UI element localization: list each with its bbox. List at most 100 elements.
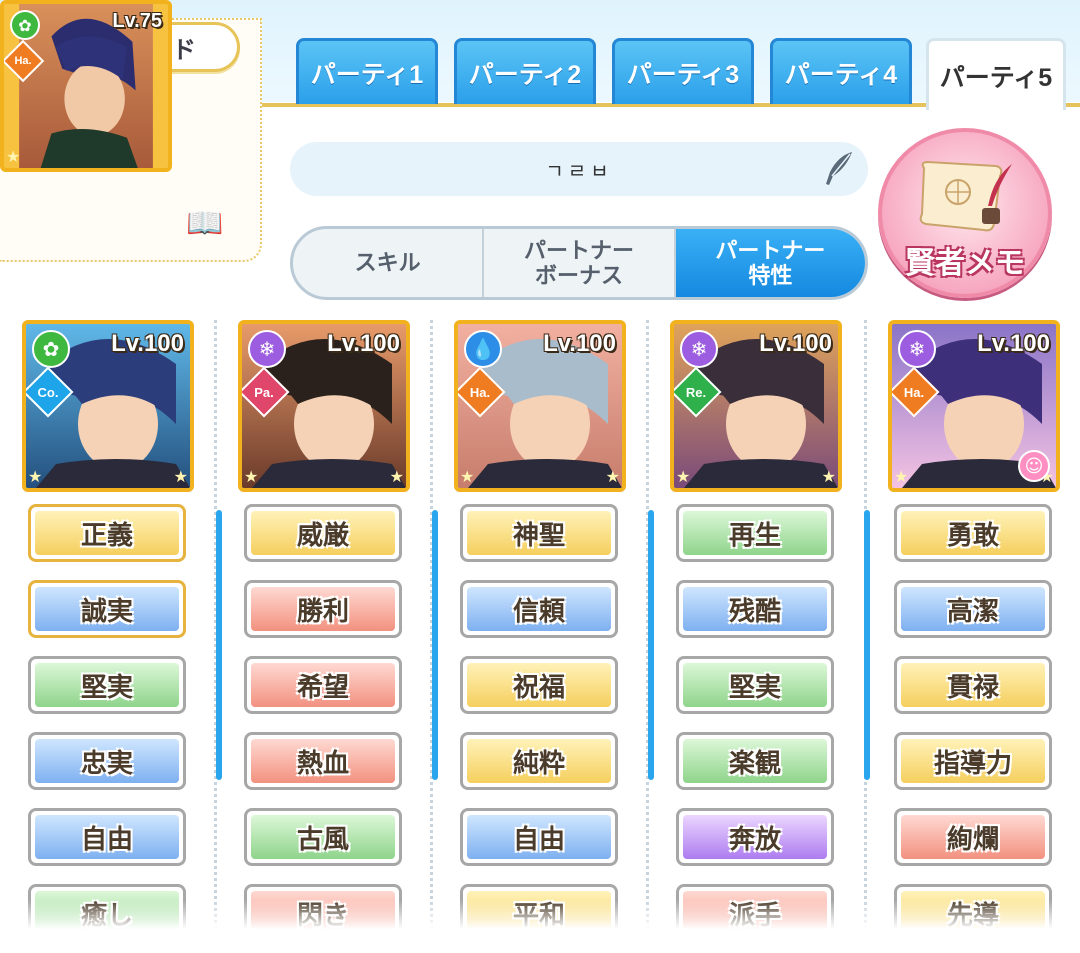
trait-label: 残酷 [728,595,781,626]
trait-badge[interactable]: 自由 [460,808,618,866]
trait-label: 堅実 [728,671,781,702]
leaf-icon: ✿ [10,10,40,40]
view-segmented-control: スキル パートナー ボーナス パートナー 特性 [290,226,868,300]
trait-badge[interactable]: 絢爛 [894,808,1052,866]
trait-badge[interactable]: 貫禄 [894,656,1052,714]
tab-party-5[interactable]: パーティ5 [926,38,1066,110]
quill-edit-icon[interactable] [820,150,856,188]
snowflake-icon: ❄ [680,330,718,368]
trait-label: 絢爛 [946,823,999,854]
trait-badge[interactable]: 再生 [676,504,834,562]
member-column: ❄Pa.Lv.100★★威厳勝利希望熱血古風閃き [238,320,438,953]
trait-label: 威厳 [296,519,349,550]
trait-label: 勝利 [296,595,349,626]
snowflake-icon: ❄ [898,330,936,368]
drop-icon: 💧 [464,330,502,368]
trait-badge[interactable]: 高潔 [894,580,1052,638]
trait-badge[interactable]: 残酷 [676,580,834,638]
trait-label: 高潔 [946,595,999,626]
segment-partner-bonus[interactable]: パートナー ボーナス [484,229,676,297]
book-icon: 📖 [186,206,224,241]
trait-badge[interactable]: 忠実 [28,732,186,790]
trait-badge[interactable]: 自由 [28,808,186,866]
smile-icon: ☺ [1018,450,1050,482]
star-icon: ★ [28,467,43,486]
snowflake-icon: ❄ [248,330,286,368]
member-card[interactable]: ✿ Co. Lv.100 ★ ★ [22,320,194,492]
trait-badge[interactable]: 純粋 [460,732,618,790]
party-name-text: ㄱㄹㅂ [545,158,613,183]
tab-party-1[interactable]: パーティ1 [296,38,438,104]
trait-badge[interactable]: 勝利 [244,580,402,638]
trait-label: 正義 [80,519,133,550]
trait-label: 奔放 [728,823,781,854]
trait-badge[interactable]: 誠実 [28,580,186,638]
star-icon: ★ [821,467,836,486]
star-icon: ★ [173,467,188,486]
trait-badge[interactable]: 古風 [244,808,402,866]
member-level: Lv.100 [759,330,832,357]
trait-badge[interactable]: 神聖 [460,504,618,562]
star-icon: ★ [460,467,475,486]
trait-label: 堅実 [80,671,133,702]
trait-badge[interactable]: 堅実 [28,656,186,714]
tab-party-3[interactable]: パーティ3 [612,38,754,104]
trait-label: 自由 [80,823,133,854]
trait-label: 祝福 [512,671,565,702]
member-level: Lv.100 [327,330,400,357]
trait-label: 誠実 [80,595,133,626]
trait-label: 忠実 [80,747,133,778]
star-icon: ★ [894,467,909,486]
bottom-fade [0,900,1080,953]
member-level: Lv.100 [977,330,1050,357]
trait-badge[interactable]: 祝福 [460,656,618,714]
trait-scrollbar[interactable] [432,510,438,780]
member-column: ✿Co.Lv.100★★正義誠実堅実忠実自由癒し [22,320,222,953]
member-card[interactable]: 💧 Ha. Lv.100 ★ ★ [454,320,626,492]
party-name-field[interactable]: ㄱㄹㅂ [290,142,868,196]
trait-label: 熱血 [296,747,349,778]
trait-badge[interactable]: 指導力 [894,732,1052,790]
trait-badge[interactable]: 熱血 [244,732,402,790]
trait-scrollbar[interactable] [648,510,654,780]
sage-memo-button[interactable]: 賢者メモ [878,128,1052,298]
trait-scrollbar[interactable] [864,510,870,780]
trait-label: 神聖 [512,519,565,550]
leaf-icon: ✿ [32,330,70,368]
trait-badge[interactable]: 信頼 [460,580,618,638]
trait-badge[interactable]: 希望 [244,656,402,714]
trait-label: 古風 [296,823,349,854]
trait-badge[interactable]: 奔放 [676,808,834,866]
tab-party-2[interactable]: パーティ2 [454,38,596,104]
scroll-quill-icon [919,160,1012,232]
member-card[interactable]: ❄ Pa. Lv.100 ★ ★ [238,320,410,492]
trait-badge[interactable]: 正義 [28,504,186,562]
trait-badge[interactable]: 威厳 [244,504,402,562]
trait-badge[interactable]: 堅実 [676,656,834,714]
trait-label: 再生 [728,519,781,550]
trait-badge[interactable]: 楽観 [676,732,834,790]
member-level: Lv.100 [111,330,184,357]
trait-label: 貫禄 [946,671,999,702]
sage-memo-label: 賢者メモ [905,247,1025,280]
member-column: 💧Ha.Lv.100★★神聖信頼祝福純粋自由平和 [454,320,654,953]
trait-label: 信頼 [512,595,565,626]
star-icon: ★ [389,467,404,486]
trait-scrollbar[interactable] [216,510,222,780]
star-icon: ★ [676,467,691,486]
member-column: ❄Re.Lv.100★★再生残酷堅実楽観奔放派手 [670,320,870,953]
segment-skill[interactable]: スキル [293,229,485,297]
member-card[interactable]: ❄ Re. Lv.100 ★ ★ [670,320,842,492]
star-icon: ★ [6,147,21,166]
star-icon: ★ [605,467,620,486]
trait-label: 楽観 [728,747,781,778]
trait-label: 自由 [512,823,565,854]
segment-partner-trait[interactable]: パートナー 特性 [675,229,865,297]
member-level: Lv.100 [543,330,616,357]
scenario-card[interactable]: ✿ Ha. Lv.75 ★ [0,0,172,172]
tab-party-4[interactable]: パーティ4 [770,38,912,104]
trait-label: 純粋 [512,747,565,778]
member-card[interactable]: ❄ Ha. Lv.100 ★ ★ ☺ [888,320,1060,492]
member-column: ❄Ha.Lv.100★★☺勇敢高潔貫禄指導力絢爛先導 [888,320,1060,953]
trait-badge[interactable]: 勇敢 [894,504,1052,562]
